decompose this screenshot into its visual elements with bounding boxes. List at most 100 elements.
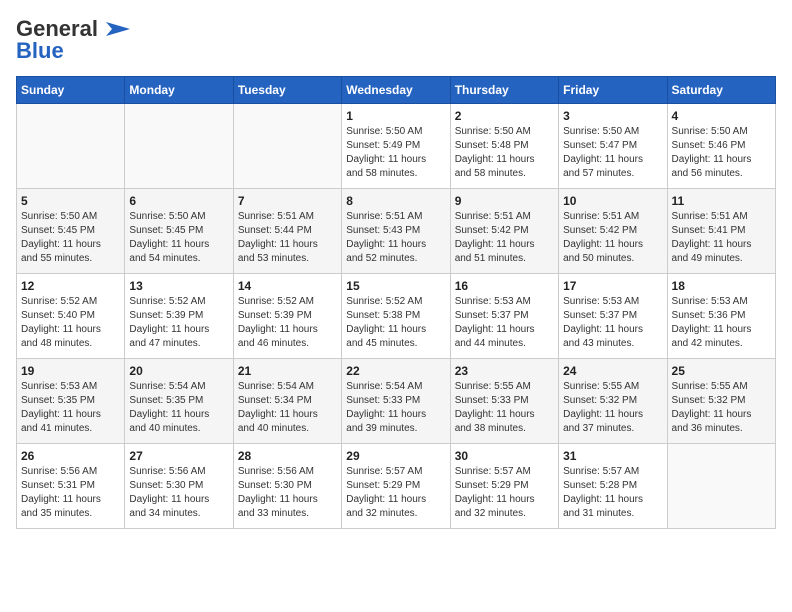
calendar-week-row: 12 Sunrise: 5:52 AM Sunset: 5:40 PM Dayli…: [17, 274, 776, 359]
day-number: 17: [563, 279, 662, 293]
calendar-cell: 1Sunrise: 5:50 AM Sunset: 5:49 PM Daylig…: [342, 104, 450, 189]
calendar-cell: 24 Sunrise: 5:55 AM Sunset: 5:32 PM Dayli…: [559, 359, 667, 444]
logo: General Blue: [16, 16, 130, 64]
day-number: 21: [238, 364, 337, 378]
calendar-cell: 16 Sunrise: 5:53 AM Sunset: 5:37 PM Dayli…: [450, 274, 558, 359]
calendar-cell: 28 Sunrise: 5:56 AM Sunset: 5:30 PM Dayli…: [233, 444, 341, 529]
calendar-week-row: 1Sunrise: 5:50 AM Sunset: 5:49 PM Daylig…: [17, 104, 776, 189]
cell-info: Sunrise: 5:50 AM Sunset: 5:48 PM Dayligh…: [455, 125, 554, 181]
calendar-cell: [17, 104, 125, 189]
calendar-cell: 2 Sunrise: 5:50 AM Sunset: 5:48 PM Daylig…: [450, 104, 558, 189]
calendar-header-row: SundayMondayTuesdayWednesdayThursdayFrid…: [17, 77, 776, 104]
day-number: 10: [563, 194, 662, 208]
cell-info: Sunrise: 5:52 AM Sunset: 5:39 PM Dayligh…: [238, 295, 337, 351]
cell-info: Sunrise: 5:50 AM Sunset: 5:45 PM Dayligh…: [21, 210, 120, 266]
cell-info: Sunrise: 5:54 AM Sunset: 5:34 PM Dayligh…: [238, 380, 337, 436]
calendar-cell: 7 Sunrise: 5:51 AM Sunset: 5:44 PM Daylig…: [233, 189, 341, 274]
calendar-cell: 22Sunrise: 5:54 AM Sunset: 5:33 PM Dayli…: [342, 359, 450, 444]
calendar-cell: [125, 104, 233, 189]
day-number: 3: [563, 109, 662, 123]
cell-info: Sunrise: 5:51 AM Sunset: 5:42 PM Dayligh…: [455, 210, 554, 266]
cell-info: Sunrise: 5:55 AM Sunset: 5:32 PM Dayligh…: [563, 380, 662, 436]
day-number: 4: [672, 109, 771, 123]
day-number: 28: [238, 449, 337, 463]
cell-info: Sunrise: 5:52 AM Sunset: 5:39 PM Dayligh…: [129, 295, 228, 351]
cell-info: Sunrise: 5:50 AM Sunset: 5:45 PM Dayligh…: [129, 210, 228, 266]
calendar-cell: 18Sunrise: 5:53 AM Sunset: 5:36 PM Dayli…: [667, 274, 775, 359]
calendar-cell: 19Sunrise: 5:53 AM Sunset: 5:35 PM Dayli…: [17, 359, 125, 444]
day-number: 25: [672, 364, 771, 378]
day-number: 31: [563, 449, 662, 463]
cell-info: Sunrise: 5:53 AM Sunset: 5:37 PM Dayligh…: [455, 295, 554, 351]
day-number: 29: [346, 449, 445, 463]
calendar-cell: 26Sunrise: 5:56 AM Sunset: 5:31 PM Dayli…: [17, 444, 125, 529]
calendar-week-row: 26Sunrise: 5:56 AM Sunset: 5:31 PM Dayli…: [17, 444, 776, 529]
day-number: 2: [455, 109, 554, 123]
calendar-cell: 29 Sunrise: 5:57 AM Sunset: 5:29 PM Dayli…: [342, 444, 450, 529]
logo-blue: Blue: [16, 38, 64, 64]
day-number: 5: [21, 194, 120, 208]
calendar-cell: 5 Sunrise: 5:50 AM Sunset: 5:45 PM Daylig…: [17, 189, 125, 274]
day-number: 6: [129, 194, 228, 208]
day-header-tuesday: Tuesday: [233, 77, 341, 104]
day-number: 8: [346, 194, 445, 208]
calendar-cell: 9 Sunrise: 5:51 AM Sunset: 5:42 PM Daylig…: [450, 189, 558, 274]
day-number: 24: [563, 364, 662, 378]
day-number: 11: [672, 194, 771, 208]
day-number: 19: [21, 364, 120, 378]
calendar-cell: [667, 444, 775, 529]
day-number: 30: [455, 449, 554, 463]
calendar-cell: 6 Sunrise: 5:50 AM Sunset: 5:45 PM Daylig…: [125, 189, 233, 274]
day-header-thursday: Thursday: [450, 77, 558, 104]
calendar-cell: 25Sunrise: 5:55 AM Sunset: 5:32 PM Dayli…: [667, 359, 775, 444]
cell-info: Sunrise: 5:51 AM Sunset: 5:43 PM Dayligh…: [346, 210, 445, 266]
calendar-cell: 3 Sunrise: 5:50 AM Sunset: 5:47 PM Daylig…: [559, 104, 667, 189]
day-number: 22: [346, 364, 445, 378]
calendar-cell: 27 Sunrise: 5:56 AM Sunset: 5:30 PM Dayli…: [125, 444, 233, 529]
day-number: 15: [346, 279, 445, 293]
calendar-cell: 13 Sunrise: 5:52 AM Sunset: 5:39 PM Dayli…: [125, 274, 233, 359]
day-header-friday: Friday: [559, 77, 667, 104]
cell-info: Sunrise: 5:57 AM Sunset: 5:29 PM Dayligh…: [346, 465, 445, 521]
calendar-week-row: 19Sunrise: 5:53 AM Sunset: 5:35 PM Dayli…: [17, 359, 776, 444]
cell-info: Sunrise: 5:51 AM Sunset: 5:41 PM Dayligh…: [672, 210, 771, 266]
day-number: 20: [129, 364, 228, 378]
calendar-cell: 20 Sunrise: 5:54 AM Sunset: 5:35 PM Dayli…: [125, 359, 233, 444]
day-number: 14: [238, 279, 337, 293]
cell-info: Sunrise: 5:55 AM Sunset: 5:33 PM Dayligh…: [455, 380, 554, 436]
cell-info: Sunrise: 5:52 AM Sunset: 5:40 PM Dayligh…: [21, 295, 120, 351]
day-number: 23: [455, 364, 554, 378]
logo-bird-icon: [102, 18, 130, 40]
calendar-cell: 4 Sunrise: 5:50 AM Sunset: 5:46 PM Daylig…: [667, 104, 775, 189]
cell-info: Sunrise: 5:56 AM Sunset: 5:30 PM Dayligh…: [238, 465, 337, 521]
day-header-sunday: Sunday: [17, 77, 125, 104]
day-number: 7: [238, 194, 337, 208]
day-number: 18: [672, 279, 771, 293]
cell-info: Sunrise: 5:56 AM Sunset: 5:30 PM Dayligh…: [129, 465, 228, 521]
day-number: 16: [455, 279, 554, 293]
calendar-cell: 14 Sunrise: 5:52 AM Sunset: 5:39 PM Dayli…: [233, 274, 341, 359]
cell-info: Sunrise: 5:56 AM Sunset: 5:31 PM Dayligh…: [21, 465, 120, 521]
day-header-saturday: Saturday: [667, 77, 775, 104]
cell-info: Sunrise: 5:54 AM Sunset: 5:35 PM Dayligh…: [129, 380, 228, 436]
day-number: 9: [455, 194, 554, 208]
calendar-cell: 21 Sunrise: 5:54 AM Sunset: 5:34 PM Dayli…: [233, 359, 341, 444]
calendar-cell: 8 Sunrise: 5:51 AM Sunset: 5:43 PM Daylig…: [342, 189, 450, 274]
day-number: 12: [21, 279, 120, 293]
cell-info: Sunrise: 5:50 AM Sunset: 5:46 PM Dayligh…: [672, 125, 771, 181]
cell-info: Sunrise: 5:51 AM Sunset: 5:44 PM Dayligh…: [238, 210, 337, 266]
calendar-cell: 30Sunrise: 5:57 AM Sunset: 5:29 PM Dayli…: [450, 444, 558, 529]
page-header: General Blue: [16, 16, 776, 64]
cell-info: Sunrise: 5:52 AM Sunset: 5:38 PM Dayligh…: [346, 295, 445, 351]
calendar-cell: 12 Sunrise: 5:52 AM Sunset: 5:40 PM Dayli…: [17, 274, 125, 359]
day-number: 27: [129, 449, 228, 463]
calendar-cell: [233, 104, 341, 189]
cell-info: Sunrise: 5:53 AM Sunset: 5:37 PM Dayligh…: [563, 295, 662, 351]
calendar-cell: 10 Sunrise: 5:51 AM Sunset: 5:42 PM Dayli…: [559, 189, 667, 274]
calendar-cell: 23 Sunrise: 5:55 AM Sunset: 5:33 PM Dayli…: [450, 359, 558, 444]
day-header-wednesday: Wednesday: [342, 77, 450, 104]
cell-info: Sunrise: 5:50 AM Sunset: 5:47 PM Dayligh…: [563, 125, 662, 181]
cell-info: Sunrise: 5:51 AM Sunset: 5:42 PM Dayligh…: [563, 210, 662, 266]
calendar-table: SundayMondayTuesdayWednesdayThursdayFrid…: [16, 76, 776, 529]
day-number: 13: [129, 279, 228, 293]
